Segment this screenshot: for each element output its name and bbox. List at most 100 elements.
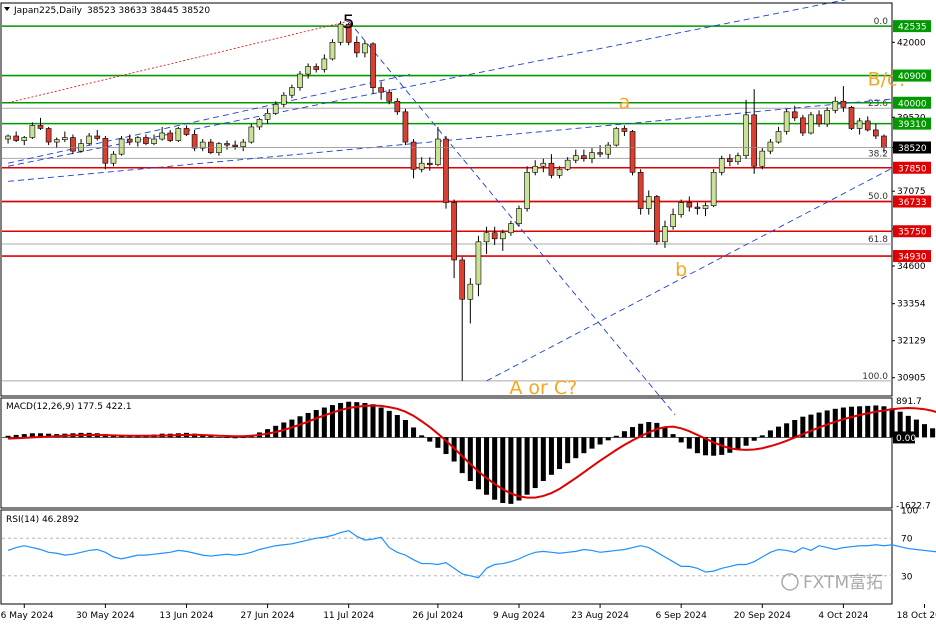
candle (183, 125, 190, 137)
candle-body-down (402, 111, 409, 143)
candle-body-down (597, 152, 603, 155)
candle-body-up (256, 119, 263, 128)
candle (589, 148, 595, 164)
macd-bar (500, 437, 506, 504)
macd-bar (321, 407, 327, 438)
macd-bar (670, 434, 676, 438)
candle (289, 84, 295, 99)
candle-body-down (410, 141, 417, 170)
candle (435, 126, 441, 167)
rsi-frame (0, 509, 893, 605)
macd-bar (467, 437, 473, 482)
candle-body-down (816, 114, 822, 125)
candle-body-up (53, 139, 60, 143)
candle-body-up (662, 226, 668, 243)
macd-bar (516, 437, 522, 501)
macd-bar (873, 405, 879, 438)
time-tick-label: 27 Jun 2024 (241, 611, 295, 621)
candle (102, 136, 109, 170)
macd-bar (784, 423, 790, 438)
candle-body-up (21, 137, 28, 141)
macd-tick-label: 891.7 (896, 397, 922, 407)
candle (848, 105, 855, 130)
price-tick-label: 30905 (897, 374, 926, 384)
macd-bar (848, 406, 855, 438)
candle (86, 132, 92, 146)
level-tag-label: 40900 (898, 72, 927, 82)
candle (329, 39, 336, 61)
candle-body-down (191, 134, 198, 149)
candle (443, 136, 449, 209)
candle (572, 149, 579, 164)
candle-body-up (808, 114, 814, 134)
candle (370, 42, 376, 94)
candle (321, 54, 328, 73)
candle (767, 139, 774, 155)
candle (175, 126, 182, 143)
candle-body-down (637, 171, 644, 209)
macd-bar (921, 424, 928, 438)
candle-body-up (572, 155, 579, 161)
candle-body-up (435, 138, 441, 166)
candle (508, 220, 514, 236)
candle (735, 152, 741, 165)
candle-body-up (289, 87, 295, 96)
macd-bar (565, 437, 571, 464)
collapse-arrow-icon[interactable] (4, 7, 10, 11)
macd-bar (686, 437, 692, 449)
candle (191, 129, 198, 152)
candle (426, 157, 433, 171)
candle-body-down (183, 128, 190, 135)
macd-bar (711, 437, 717, 456)
candle-body-down (70, 137, 76, 152)
macd-bar (589, 437, 595, 449)
candle-body-down (102, 138, 109, 164)
candle (759, 148, 766, 170)
candle (873, 123, 879, 140)
candle-body-up (516, 208, 522, 224)
candle (78, 139, 84, 153)
macd-bar (411, 427, 417, 438)
candle (718, 155, 725, 176)
level-tag-label: 40000 (898, 99, 927, 109)
candle (856, 117, 863, 135)
candle-body-up (216, 143, 222, 153)
candle-body-down (686, 202, 693, 208)
candle (499, 229, 506, 251)
candle-body-down (224, 143, 230, 146)
macd-bar (419, 435, 425, 438)
candle (540, 158, 547, 173)
candle-body-up (329, 41, 336, 60)
candle-body-up (483, 232, 490, 243)
rsi-tick-label: 30 (901, 572, 913, 582)
macd-tick-label: 0.00 (896, 434, 916, 444)
candle (353, 36, 360, 58)
macd-bar (532, 437, 538, 489)
macd-bar (662, 427, 668, 438)
macd-bar (581, 437, 587, 454)
candle-body-up (86, 135, 92, 144)
candle-body-up (264, 113, 271, 120)
chart-canvas: 0.023.638.250.061.8100.05abA or C?B/c？42… (0, 0, 936, 621)
candle-body-down (13, 135, 19, 141)
rsi-title: RSI(14) 46.2892 (6, 515, 79, 525)
candle-body-up (775, 131, 782, 143)
candle-body-up (710, 171, 717, 206)
rsi-tick-label: 70 (901, 535, 913, 545)
macd-title: MACD(12,26,9) 177.5 422.1 (6, 402, 132, 412)
macd-bar (816, 412, 822, 438)
macd-bar (694, 437, 700, 454)
macd-bar (792, 420, 798, 438)
candle-body-up (605, 144, 612, 155)
candle-body-up (305, 66, 311, 75)
candle (491, 226, 498, 245)
candle (70, 134, 76, 155)
candle-body-down (621, 128, 628, 132)
candle (94, 129, 101, 141)
candle-body-down (727, 158, 733, 163)
macd-bar (597, 437, 603, 445)
time-tick-label: 13 Jun 2024 (159, 611, 213, 621)
candle-body-up (718, 158, 725, 173)
candle-body-down (548, 162, 555, 176)
wave-label: 5 (343, 11, 355, 33)
